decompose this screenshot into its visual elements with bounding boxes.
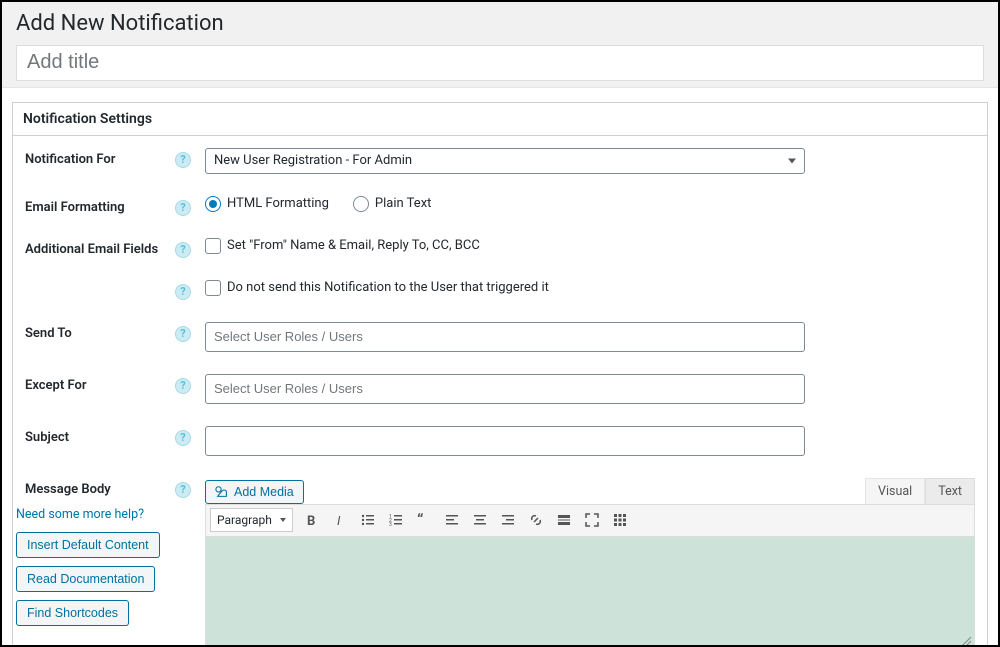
- help-icon[interactable]: ?: [175, 284, 191, 300]
- svg-text:“: “: [417, 512, 423, 528]
- title-input[interactable]: [16, 45, 984, 81]
- subject-label: Subject: [25, 426, 175, 445]
- checkbox-nosend-label: Do not send this Notification to the Use…: [227, 280, 549, 295]
- readmore-icon[interactable]: [551, 507, 577, 533]
- help-icon[interactable]: ?: [175, 482, 191, 498]
- svg-text:B: B: [307, 514, 315, 528]
- link-icon[interactable]: [523, 507, 549, 533]
- subject-input[interactable]: [205, 426, 805, 456]
- radio-icon: [353, 196, 369, 212]
- resize-handle-icon[interactable]: [960, 636, 972, 647]
- except-for-input[interactable]: [205, 374, 805, 404]
- tab-visual[interactable]: Visual: [865, 478, 925, 504]
- send-to-label: Send To: [25, 322, 175, 341]
- radio-html-label: HTML Formatting: [227, 196, 329, 211]
- checkbox-icon: [205, 280, 221, 296]
- tab-text[interactable]: Text: [925, 478, 975, 504]
- message-body-label: Message Body: [25, 478, 175, 497]
- align-center-icon[interactable]: [467, 507, 493, 533]
- checkbox-from-label: Set "From" Name & Email, Reply To, CC, B…: [227, 238, 480, 253]
- additional-fields-label: Additional Email Fields: [25, 238, 175, 257]
- fullscreen-icon[interactable]: [579, 507, 605, 533]
- media-icon: [215, 485, 229, 499]
- email-formatting-label: Email Formatting: [25, 196, 175, 215]
- toolbar-format-value: Paragraph: [217, 513, 272, 527]
- help-icon[interactable]: ?: [175, 200, 191, 216]
- editor-toolbar: Paragraph B I 123 “: [205, 504, 975, 536]
- numbered-list-icon[interactable]: 123: [383, 507, 409, 533]
- italic-icon[interactable]: I: [327, 507, 353, 533]
- bold-icon[interactable]: B: [299, 507, 325, 533]
- svg-text:3: 3: [389, 522, 392, 528]
- notification-for-select[interactable]: New User Registration - For Admin: [205, 148, 805, 174]
- checkbox-icon: [205, 238, 221, 254]
- notification-for-value: New User Registration - For Admin: [214, 153, 412, 168]
- help-icon[interactable]: ?: [175, 152, 191, 168]
- notification-for-label: Notification For: [25, 148, 175, 167]
- editor-textarea[interactable]: [205, 536, 975, 647]
- checkbox-nosend[interactable]: Do not send this Notification to the Use…: [205, 280, 975, 296]
- read-docs-button[interactable]: Read Documentation: [16, 566, 155, 592]
- send-to-input[interactable]: [205, 322, 805, 352]
- add-media-button[interactable]: Add Media: [205, 480, 304, 504]
- radio-plain-label: Plain Text: [375, 196, 431, 211]
- help-icon[interactable]: ?: [175, 326, 191, 342]
- align-right-icon[interactable]: [495, 507, 521, 533]
- bullet-list-icon[interactable]: [355, 507, 381, 533]
- align-left-icon[interactable]: [439, 507, 465, 533]
- add-media-label: Add Media: [234, 485, 294, 499]
- insert-default-button[interactable]: Insert Default Content: [16, 532, 160, 558]
- page-title: Add New Notification: [16, 10, 984, 39]
- checkbox-from-fields[interactable]: Set "From" Name & Email, Reply To, CC, B…: [205, 238, 975, 254]
- find-shortcodes-button[interactable]: Find Shortcodes: [16, 600, 129, 626]
- panel-title: Notification Settings: [23, 111, 152, 127]
- except-for-label: Except For: [25, 374, 175, 393]
- radio-icon: [205, 196, 221, 212]
- blockquote-icon[interactable]: “: [411, 507, 437, 533]
- toolbar-toggle-icon[interactable]: [607, 507, 633, 533]
- radio-plain[interactable]: Plain Text: [353, 196, 431, 212]
- radio-html[interactable]: HTML Formatting: [205, 196, 329, 212]
- toolbar-format-select[interactable]: Paragraph: [210, 508, 293, 532]
- need-help-link[interactable]: Need some more help?: [16, 507, 176, 522]
- svg-text:I: I: [337, 514, 341, 528]
- help-icon[interactable]: ?: [175, 378, 191, 394]
- help-icon[interactable]: ?: [175, 242, 191, 258]
- panel-header: Notification Settings: [13, 103, 987, 136]
- help-icon[interactable]: ?: [175, 430, 191, 446]
